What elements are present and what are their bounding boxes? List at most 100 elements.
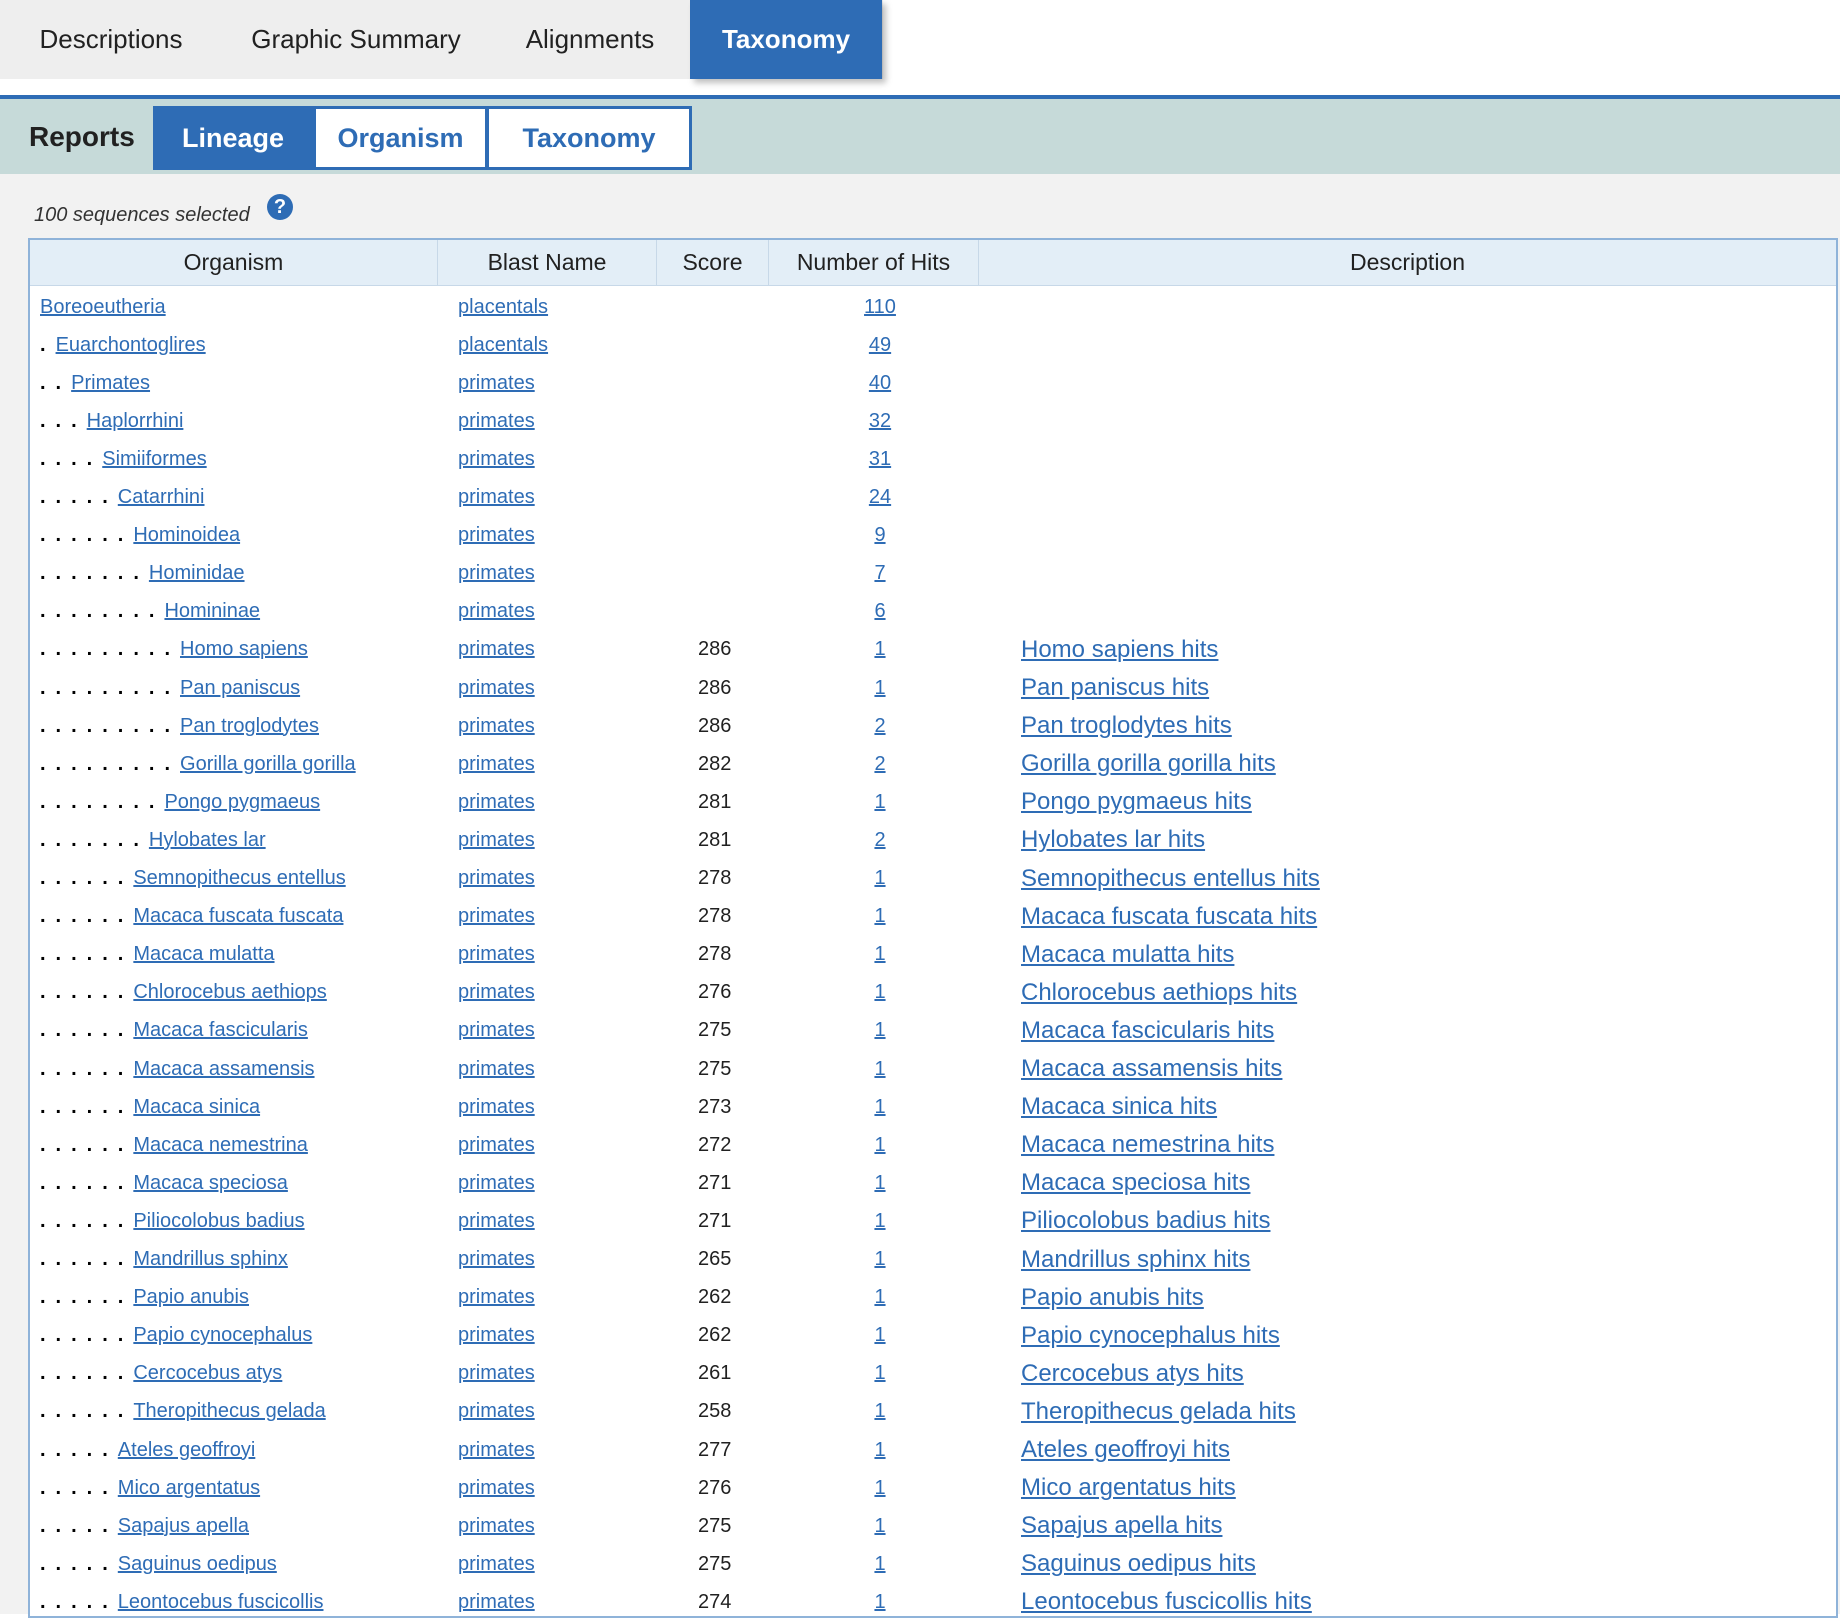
hits-link[interactable]: 1 (874, 638, 885, 661)
hits-link[interactable]: 1 (874, 1134, 885, 1157)
organism-link[interactable]: Cercocebus atys (133, 1362, 282, 1385)
organism-link[interactable]: Mico argentatus (118, 1477, 260, 1500)
description-link[interactable]: Theropithecus gelada hits (1021, 1398, 1296, 1426)
hits-link[interactable]: 49 (869, 334, 891, 357)
blast-name-link[interactable]: primates (458, 677, 535, 700)
blast-name-link[interactable]: primates (458, 905, 535, 928)
hits-link[interactable]: 1 (874, 905, 885, 928)
hits-link[interactable]: 1 (874, 1362, 885, 1385)
hits-link[interactable]: 7 (874, 562, 885, 585)
description-link[interactable]: Saguinus oedipus hits (1021, 1550, 1256, 1578)
hits-link[interactable]: 1 (874, 791, 885, 814)
description-link[interactable]: Sapajus apella hits (1021, 1512, 1222, 1540)
description-link[interactable]: Cercocebus atys hits (1021, 1360, 1244, 1388)
tab-graphic-summary[interactable]: Graphic Summary (222, 0, 490, 79)
description-link[interactable]: Hylobates lar hits (1021, 826, 1205, 854)
organism-link[interactable]: Homo sapiens (180, 638, 308, 661)
hits-link[interactable]: 1 (874, 981, 885, 1004)
organism-link[interactable]: Haplorrhini (87, 410, 184, 433)
hits-link[interactable]: 1 (874, 943, 885, 966)
description-link[interactable]: Gorilla gorilla gorilla hits (1021, 750, 1276, 778)
col-organism[interactable]: Organism (30, 240, 438, 285)
organism-link[interactable]: Gorilla gorilla gorilla (180, 753, 356, 776)
organism-link[interactable]: Simiiformes (102, 448, 206, 471)
blast-name-link[interactable]: primates (458, 867, 535, 890)
blast-name-link[interactable]: primates (458, 1591, 535, 1614)
organism-link[interactable]: Hominoidea (133, 524, 240, 547)
hits-link[interactable]: 1 (874, 867, 885, 890)
description-link[interactable]: Pan troglodytes hits (1021, 712, 1232, 740)
blast-name-link[interactable]: primates (458, 1210, 535, 1233)
blast-name-link[interactable]: primates (458, 486, 535, 509)
hits-link[interactable]: 2 (874, 829, 885, 852)
col-description[interactable]: Description (979, 240, 1836, 285)
description-link[interactable]: Macaca fascicularis hits (1021, 1017, 1274, 1045)
hits-link[interactable]: 6 (874, 600, 885, 623)
organism-link[interactable]: Macaca mulatta (133, 943, 274, 966)
description-link[interactable]: Macaca nemestrina hits (1021, 1131, 1274, 1159)
organism-link[interactable]: Hylobates lar (149, 829, 266, 852)
blast-name-link[interactable]: primates (458, 1439, 535, 1462)
blast-name-link[interactable]: primates (458, 1134, 535, 1157)
blast-name-link[interactable]: primates (458, 1324, 535, 1347)
blast-name-link[interactable]: primates (458, 600, 535, 623)
hits-link[interactable]: 1 (874, 1477, 885, 1500)
hits-link[interactable]: 1 (874, 1248, 885, 1271)
blast-name-link[interactable]: primates (458, 1172, 535, 1195)
description-link[interactable]: Macaca assamensis hits (1021, 1055, 1282, 1083)
blast-name-link[interactable]: primates (458, 524, 535, 547)
blast-name-link[interactable]: primates (458, 715, 535, 738)
blast-name-link[interactable]: primates (458, 372, 535, 395)
blast-name-link[interactable]: primates (458, 981, 535, 1004)
blast-name-link[interactable]: primates (458, 829, 535, 852)
hits-link[interactable]: 1 (874, 1591, 885, 1614)
hits-link[interactable]: 2 (874, 715, 885, 738)
blast-name-link[interactable]: primates (458, 448, 535, 471)
hits-link[interactable]: 40 (869, 372, 891, 395)
organism-link[interactable]: Macaca speciosa (133, 1172, 288, 1195)
organism-link[interactable]: Euarchontoglires (56, 334, 206, 357)
hits-link[interactable]: 1 (874, 1400, 885, 1423)
hits-link[interactable]: 1 (874, 1096, 885, 1119)
description-link[interactable]: Mandrillus sphinx hits (1021, 1246, 1250, 1274)
blast-name-link[interactable]: primates (458, 1286, 535, 1309)
organism-link[interactable]: Pan paniscus (180, 677, 300, 700)
blast-name-link[interactable]: primates (458, 1019, 535, 1042)
organism-link[interactable]: Macaca sinica (133, 1096, 260, 1119)
description-link[interactable]: Papio cynocephalus hits (1021, 1322, 1280, 1350)
organism-link[interactable]: Papio cynocephalus (133, 1324, 312, 1347)
blast-name-link[interactable]: primates (458, 791, 535, 814)
description-link[interactable]: Pongo pygmaeus hits (1021, 788, 1252, 816)
hits-link[interactable]: 1 (874, 1439, 885, 1462)
blast-name-link[interactable]: primates (458, 943, 535, 966)
hits-link[interactable]: 31 (869, 448, 891, 471)
description-link[interactable]: Piliocolobus badius hits (1021, 1207, 1270, 1235)
subtab-taxonomy[interactable]: Taxonomy (486, 106, 692, 170)
organism-link[interactable]: Sapajus apella (118, 1515, 249, 1538)
tab-alignments[interactable]: Alignments (490, 0, 690, 79)
description-link[interactable]: Mico argentatus hits (1021, 1474, 1236, 1502)
organism-link[interactable]: Mandrillus sphinx (133, 1248, 288, 1271)
hits-link[interactable]: 1 (874, 1058, 885, 1081)
organism-link[interactable]: Saguinus oedipus (118, 1553, 277, 1576)
description-link[interactable]: Homo sapiens hits (1021, 636, 1218, 664)
col-number-of-hits[interactable]: Number of Hits (769, 240, 979, 285)
hits-link[interactable]: 9 (874, 524, 885, 547)
organism-link[interactable]: Hominidae (149, 562, 245, 585)
hits-link[interactable]: 24 (869, 486, 891, 509)
blast-name-link[interactable]: primates (458, 1096, 535, 1119)
organism-link[interactable]: Papio anubis (133, 1286, 249, 1309)
blast-name-link[interactable]: placentals (458, 334, 548, 357)
blast-name-link[interactable]: primates (458, 638, 535, 661)
organism-link[interactable]: Leontocebus fuscicollis (118, 1591, 324, 1614)
organism-link[interactable]: Semnopithecus entellus (133, 867, 345, 890)
hits-link[interactable]: 1 (874, 1286, 885, 1309)
subtab-lineage[interactable]: Lineage (153, 106, 313, 170)
hits-link[interactable]: 2 (874, 753, 885, 776)
blast-name-link[interactable]: placentals (458, 296, 548, 319)
blast-name-link[interactable]: primates (458, 1362, 535, 1385)
blast-name-link[interactable]: primates (458, 1058, 535, 1081)
blast-name-link[interactable]: primates (458, 410, 535, 433)
organism-link[interactable]: Macaca assamensis (133, 1058, 314, 1081)
description-link[interactable]: Macaca speciosa hits (1021, 1169, 1250, 1197)
